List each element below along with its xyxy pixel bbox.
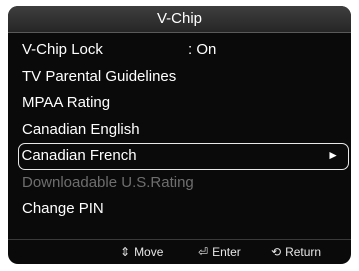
menu-item-vchip-lock[interactable]: V-Chip Lock : On: [18, 37, 349, 64]
move-icon: ⇕: [120, 245, 131, 259]
menu-item-label: TV Parental Guidelines: [22, 67, 177, 85]
menu-item-canadian-english[interactable]: Canadian English: [18, 117, 349, 144]
menu-item-canadian-french[interactable]: Canadian French ►: [18, 143, 349, 170]
enter-hint: ⏎ Enter: [198, 240, 241, 264]
return-label: Return: [285, 245, 322, 259]
menu-item-label: Downloadable U.S.Rating: [22, 173, 194, 191]
menu-item-label: Change PIN: [22, 200, 104, 217]
enter-icon: ⏎: [198, 245, 209, 259]
move-hint: ⇕ Move: [120, 240, 163, 264]
menu-item-label: Canadian English: [22, 120, 140, 138]
menu-item-change-pin[interactable]: Change PIN: [18, 196, 349, 223]
menu-item-label: Canadian French: [21, 147, 137, 164]
return-icon: ⟲: [271, 245, 282, 259]
menu-item-tv-parental-guidelines[interactable]: TV Parental Guidelines: [18, 64, 349, 91]
menu-list: V-Chip Lock : On TV Parental Guidelines …: [18, 37, 349, 223]
menu-item-label: V-Chip Lock: [22, 41, 103, 58]
vchip-lock-value: : On: [188, 41, 217, 58]
vchip-menu-panel: V-Chip V-Chip Lock : On TV Parental Guid…: [8, 6, 351, 264]
move-label: Move: [134, 245, 164, 259]
menu-item-downloadable-us-rating: Downloadable U.S.Rating: [18, 170, 349, 197]
arrow-right-icon: ►: [327, 148, 339, 162]
enter-label: Enter: [212, 245, 241, 259]
menu-item-mpaa-rating[interactable]: MPAA Rating: [18, 90, 349, 117]
footer-hints: ⇕ Move ⏎ Enter ⟲ Return: [8, 239, 351, 264]
menu-title: V-Chip: [8, 6, 351, 33]
menu-item-label: MPAA Rating: [22, 94, 111, 111]
return-hint: ⟲ Return: [271, 240, 321, 264]
